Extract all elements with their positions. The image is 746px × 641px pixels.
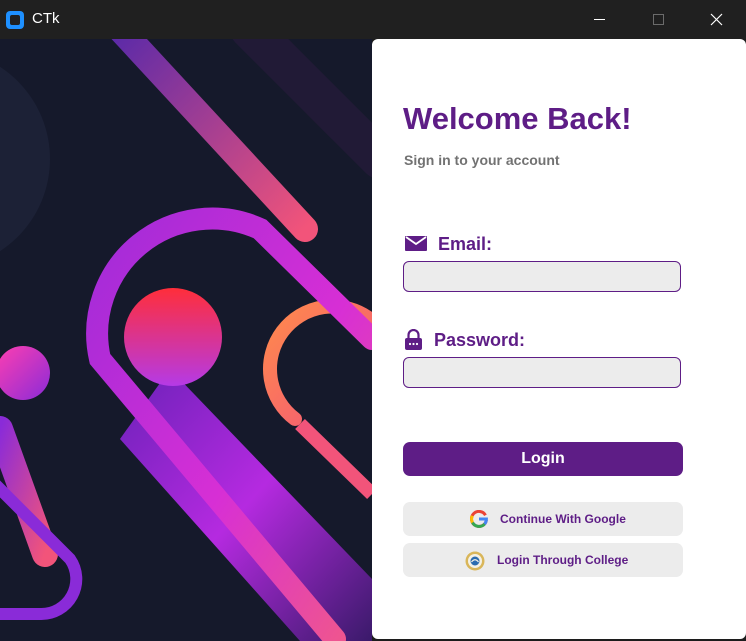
app-icon bbox=[6, 11, 24, 29]
college-login-button[interactable]: Login Through College bbox=[403, 543, 683, 577]
google-button-label: Continue With Google bbox=[500, 512, 626, 526]
window-title: CTk bbox=[32, 10, 60, 27]
close-icon bbox=[710, 13, 723, 26]
mail-icon bbox=[405, 236, 427, 251]
college-seal-icon bbox=[465, 551, 485, 571]
email-label: Email: bbox=[438, 234, 493, 254]
login-button[interactable]: Login bbox=[403, 442, 683, 476]
minimize-button[interactable] bbox=[577, 0, 623, 39]
password-label: Password: bbox=[434, 330, 526, 350]
decorative-illustration bbox=[0, 39, 372, 641]
page-title: Welcome Back! bbox=[403, 101, 632, 136]
password-field[interactable] bbox=[403, 357, 681, 388]
close-button[interactable] bbox=[693, 0, 739, 39]
page-subtitle: Sign in to your account bbox=[404, 152, 560, 168]
maximize-button[interactable] bbox=[635, 0, 681, 39]
email-field[interactable] bbox=[403, 261, 681, 292]
login-panel: Welcome Back! Sign in to your account Em… bbox=[372, 39, 746, 639]
lock-icon bbox=[405, 329, 422, 350]
college-button-label: Login Through College bbox=[497, 553, 629, 567]
google-icon bbox=[470, 510, 488, 528]
title-bar: CTk bbox=[0, 0, 746, 39]
google-login-button[interactable]: Continue With Google bbox=[403, 502, 683, 536]
